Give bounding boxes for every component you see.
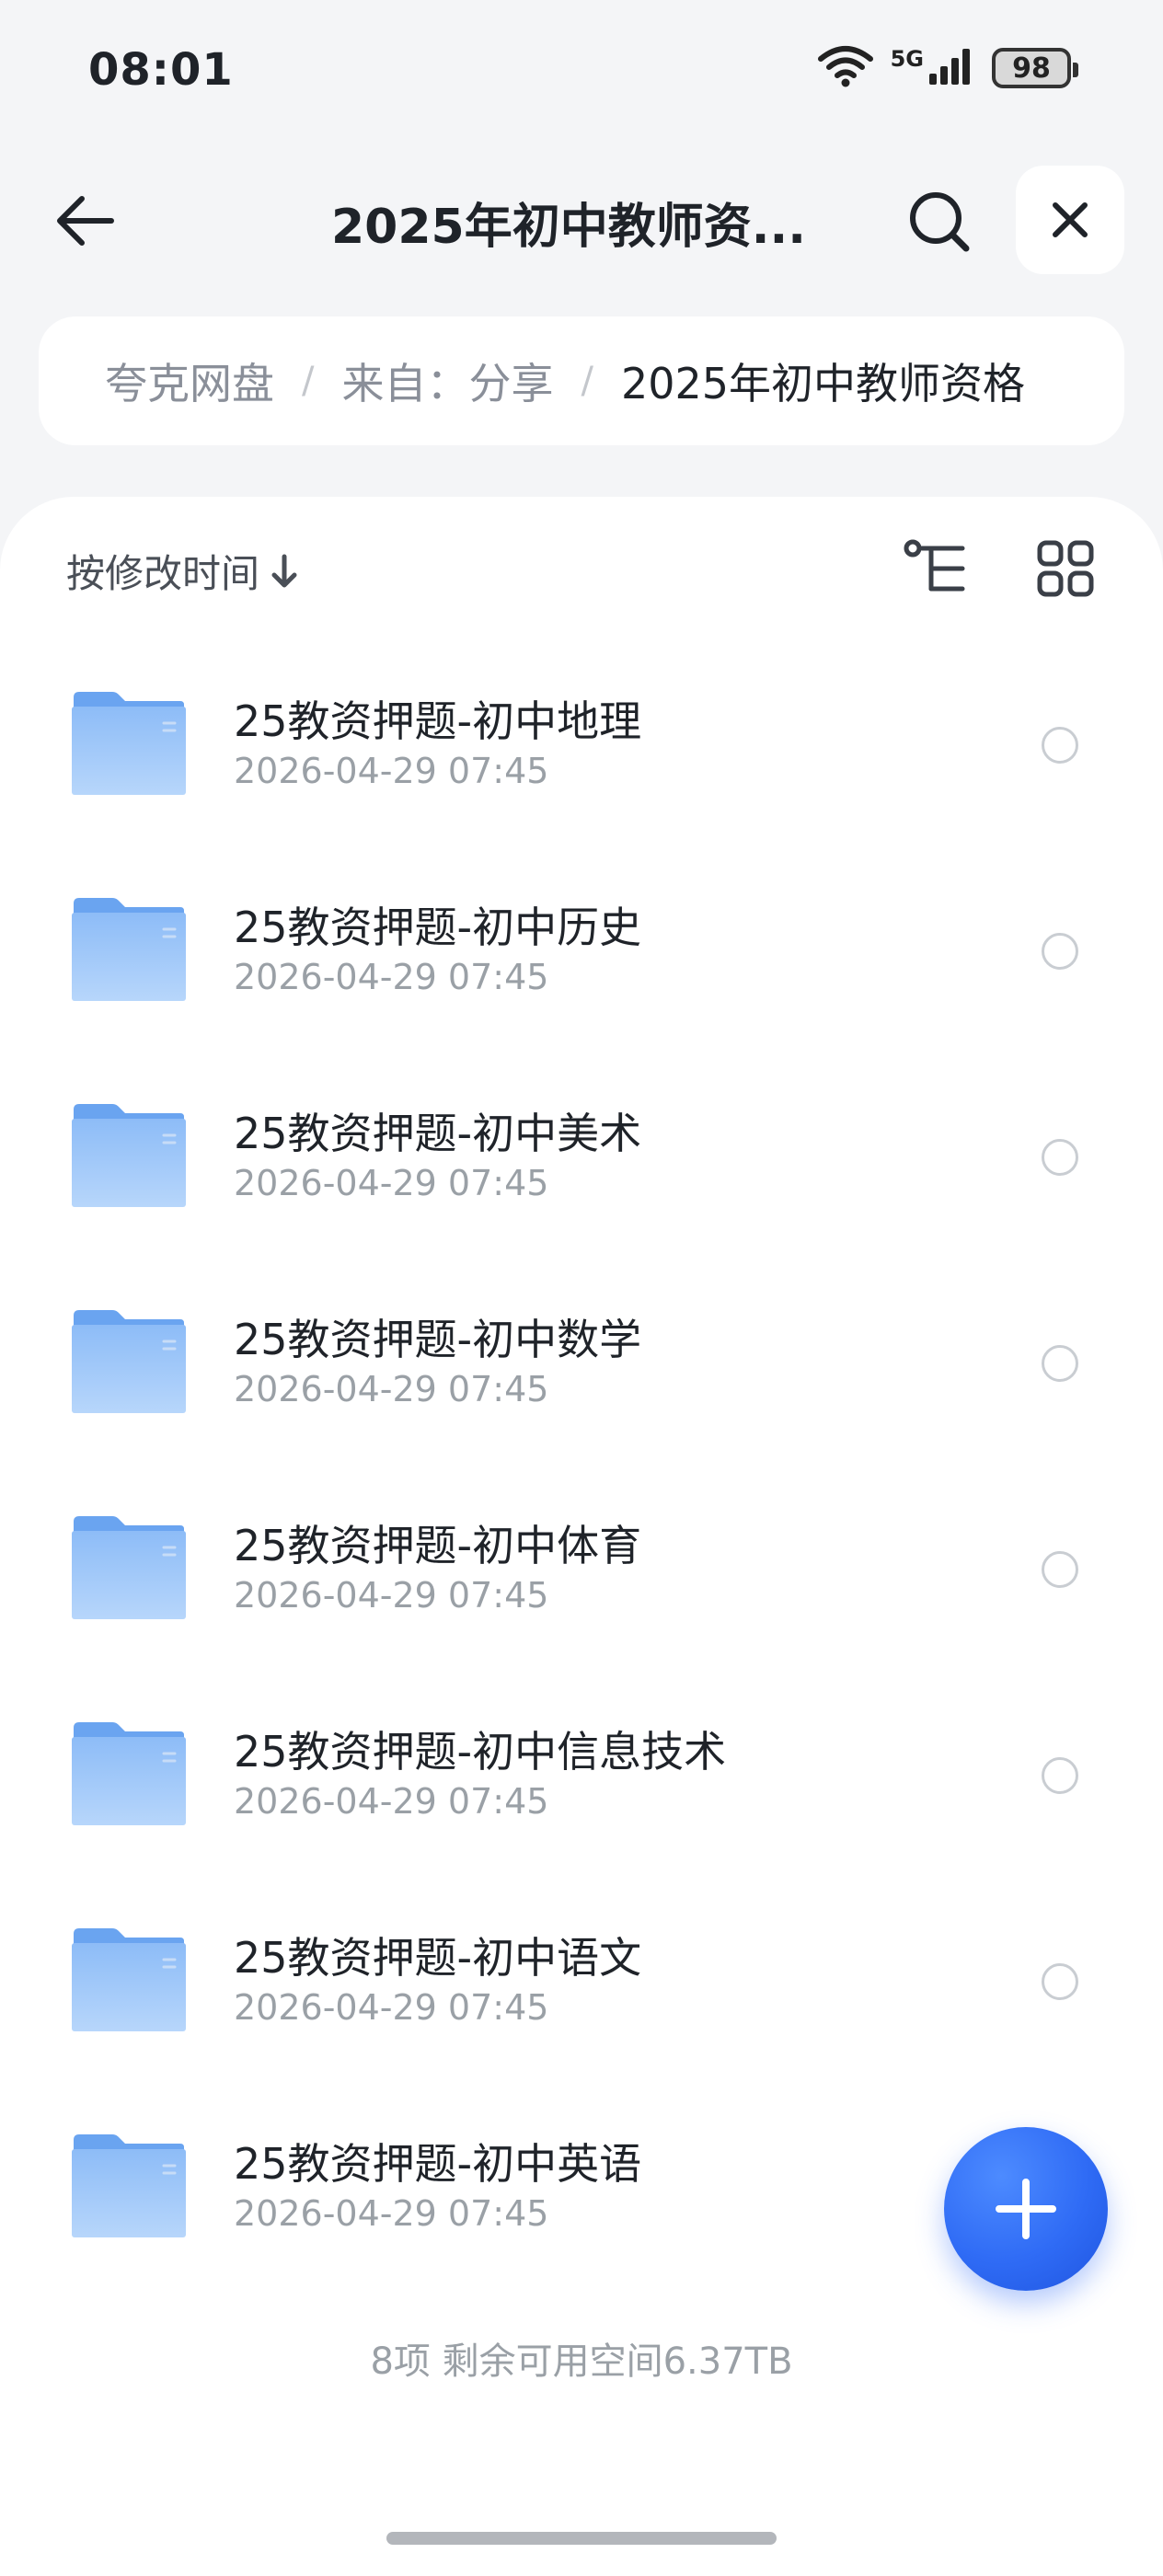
select-radio[interactable] (1042, 1139, 1078, 1176)
file-row[interactable]: 25教资押题-初中语文 2026-04-29 07:45 (0, 1899, 1163, 2105)
file-row[interactable]: 25教资押题-初中历史 2026-04-29 07:45 (0, 868, 1163, 1075)
grid-view-icon (1037, 540, 1094, 597)
folder-icon (72, 898, 186, 1001)
select-radio[interactable] (1042, 1551, 1078, 1588)
top-nav: 2025年初中教师资... (0, 166, 1163, 276)
file-name: 25教资押题-初中英语 (234, 2139, 642, 2189)
breadcrumb-item-root[interactable]: 夸克网盘 (105, 351, 274, 411)
file-date: 2026-04-29 07:45 (234, 1987, 549, 2028)
file-row[interactable]: 25教资押题-初中地理 2026-04-29 07:45 (0, 662, 1163, 868)
file-row[interactable]: 25教资押题-初中体育 2026-04-29 07:45 (0, 1487, 1163, 1693)
battery-icon: 98 (992, 48, 1078, 88)
folder-icon (72, 2134, 186, 2237)
tree-view-button[interactable] (902, 534, 972, 604)
search-icon (910, 192, 970, 252)
storage-summary: 8项 剩余可用空间6.37TB (370, 2340, 793, 2383)
status-bar: 08:01 5G 98 (0, 0, 1163, 147)
select-radio[interactable] (1042, 933, 1078, 970)
file-list: 25教资押题-初中地理 2026-04-29 07:45 25教资押题-初中历史… (0, 662, 1163, 2311)
file-name: 25教资押题-初中语文 (234, 1933, 642, 1983)
sort-label: 按修改时间 (66, 551, 260, 596)
breadcrumb-item-current: 2025年初中教师资格 (620, 359, 1026, 408)
file-date: 2026-04-29 07:45 (234, 1369, 549, 1409)
breadcrumb-separator: / (581, 360, 593, 402)
folder-icon (72, 1310, 186, 1413)
wifi-icon (817, 44, 874, 92)
home-indicator[interactable] (386, 2532, 777, 2545)
breadcrumb: 夸克网盘 / 来自：分享 / 2025年初中教师资格 (39, 316, 1124, 445)
file-date: 2026-04-29 07:45 (234, 751, 549, 791)
select-radio[interactable] (1042, 1345, 1078, 1382)
select-radio[interactable] (1042, 1757, 1078, 1794)
file-date: 2026-04-29 07:45 (234, 957, 549, 997)
network-type: 5G (890, 46, 924, 72)
breadcrumb-item-share[interactable]: 来自：分享 (341, 351, 553, 411)
file-row[interactable]: 25教资押题-初中数学 2026-04-29 07:45 (0, 1281, 1163, 1487)
sort-down-arrow-icon (271, 554, 297, 587)
select-radio[interactable] (1042, 727, 1078, 764)
plus-icon (996, 2179, 1056, 2239)
file-name: 25教资押题-初中地理 (234, 696, 642, 746)
file-name: 25教资押题-初中美术 (234, 1109, 642, 1158)
battery-level: 98 (1012, 52, 1051, 85)
select-radio[interactable] (1042, 1963, 1078, 2000)
close-button[interactable] (1016, 166, 1124, 274)
file-row[interactable]: 25教资押题-初中信息技术 2026-04-29 07:45 (0, 1693, 1163, 1899)
add-button[interactable] (944, 2127, 1108, 2291)
folder-icon (72, 692, 186, 795)
file-row[interactable]: 25教资押题-初中美术 2026-04-29 07:45 (0, 1075, 1163, 1281)
screen: 08:01 5G 98 2025年初中教师资... 夸克网盘 / 来自：分享 /… (0, 0, 1163, 2576)
status-icons: 5G 98 (817, 44, 1078, 92)
folder-icon (72, 1722, 186, 1825)
back-button[interactable] (48, 184, 121, 258)
file-name: 25教资押题-初中历史 (234, 903, 642, 952)
file-date: 2026-04-29 07:45 (234, 1575, 549, 1616)
folder-icon (72, 1928, 186, 2031)
tree-view-icon (904, 539, 965, 592)
folder-icon (72, 1104, 186, 1207)
file-date: 2026-04-29 07:45 (234, 1163, 549, 1203)
status-time: 08:01 (88, 44, 234, 96)
grid-view-button[interactable] (1032, 535, 1099, 602)
sort-control[interactable]: 按修改时间 (66, 543, 300, 599)
file-name: 25教资押题-初中数学 (234, 1315, 642, 1364)
file-name: 25教资押题-初中信息技术 (234, 1727, 727, 1777)
back-arrow-icon (57, 196, 114, 246)
close-icon (1053, 202, 1088, 237)
search-button[interactable] (902, 184, 975, 258)
file-date: 2026-04-29 07:45 (234, 2193, 549, 2234)
file-name: 25教资押题-初中体育 (234, 1521, 642, 1570)
folder-icon (72, 1516, 186, 1619)
page-title: 2025年初中教师资... (331, 200, 806, 254)
breadcrumb-separator: / (302, 360, 315, 402)
file-date: 2026-04-29 07:45 (234, 1781, 549, 1822)
signal-icon (927, 46, 975, 90)
